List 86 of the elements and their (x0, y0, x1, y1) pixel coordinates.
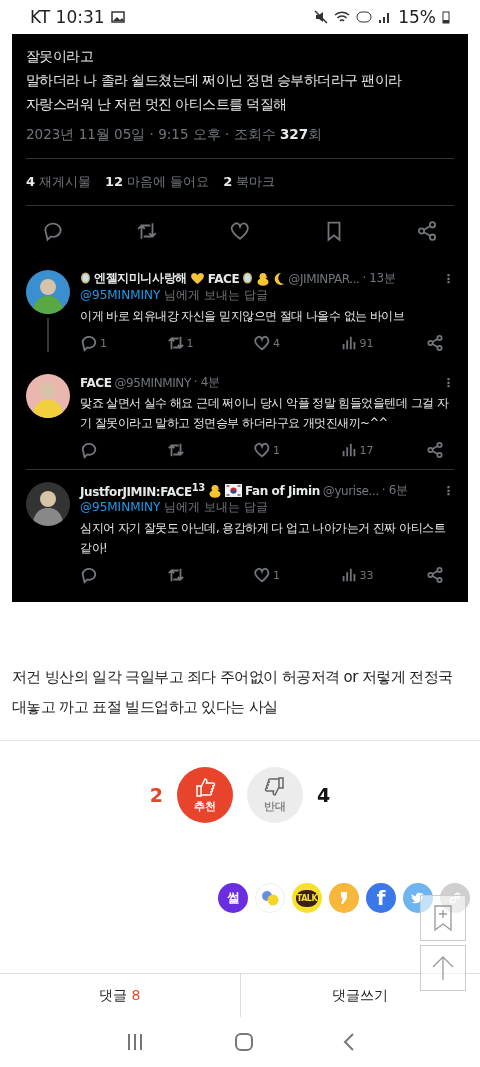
quote-icon (340, 891, 348, 905)
heart-icon (189, 272, 205, 285)
share-ssul-button[interactable]: 썰 (218, 883, 248, 913)
repost-icon[interactable] (166, 566, 185, 584)
reply-time: · 13분 (362, 270, 396, 287)
more-icon[interactable]: ⋮ (442, 271, 454, 286)
avatar[interactable] (26, 270, 70, 314)
repost-icon[interactable] (166, 441, 185, 459)
share-circles-button[interactable] (255, 883, 285, 913)
more-icon[interactable]: ⋮ (442, 483, 454, 498)
tweet-text-line: 잘못이라고 (26, 47, 94, 66)
action-count: 17 (359, 443, 374, 457)
user-name[interactable]: JustforJIMIN:FACE$^{13}$ (80, 482, 205, 499)
heart-icon[interactable] (253, 566, 271, 584)
home-icon[interactable] (234, 1032, 254, 1052)
flag-icon (224, 484, 242, 497)
share-icon[interactable] (416, 220, 438, 242)
battery-percent: 15% (398, 7, 436, 27)
user-name[interactable]: FACE (207, 271, 240, 286)
reply-text: 심지어 자기 잘못도 아닌데, 용감하게 다 업고 나아가는거 진짜 아티스트 같아! (80, 520, 447, 557)
wifi-icon (334, 10, 351, 24)
talk-label: TALK (295, 889, 319, 907)
avatar[interactable] (26, 482, 70, 526)
action-count: 91 (359, 336, 374, 350)
reply-icon[interactable] (80, 441, 98, 459)
share-facebook-button[interactable]: f (366, 883, 396, 913)
repost-icon[interactable] (166, 334, 185, 352)
recommend-button[interactable]: 추천 (177, 767, 233, 823)
user-name[interactable]: Fan of Jimin (244, 483, 320, 498)
action-count: 1 (273, 568, 280, 582)
reply-icon[interactable] (80, 566, 98, 584)
reply-icon[interactable] (42, 220, 64, 242)
tweet-meta: 2023년 11월 05일 · 9:15 오후 · 조회수 327회 (26, 126, 454, 159)
back-icon[interactable] (343, 1032, 356, 1052)
tweet-stat[interactable]: 2 북마크 (223, 173, 276, 191)
hd-icon (356, 11, 373, 23)
moon-icon (273, 271, 286, 286)
tweet-stat[interactable]: 4 재게시물 (26, 173, 92, 191)
share-icon[interactable] (426, 566, 444, 584)
reply-text: 맞죠 살면서 실수 해요 근데 쩌이니 당시 악플 정말 힘들었을텐데 그걸 자기 잘못이라고 말하고 정면승부 하더라구요 개멋진새끼~^^ (80, 395, 450, 432)
vote-count: 2 (149, 784, 163, 806)
reply-icon[interactable] (80, 334, 98, 352)
share-icon[interactable] (426, 441, 444, 459)
action-count: 1 (273, 443, 280, 457)
share-talk-button[interactable]: TALK (292, 883, 322, 913)
carrier-time: KT 10:31 (30, 7, 105, 27)
article-text: 저건 빙산의 일각 극일부고 죄다 주어없이 허공저격 or 저렇게 전정국 대놓고 까고 표절 빌드업하고 있다는 사실 (0, 602, 480, 741)
avatar[interactable] (26, 374, 70, 418)
tweet-text-line: 말하더라 나 졸라 쉴드쳤는데 쩌이닌 정면 승부하더라구 팬이라 (26, 71, 403, 90)
heart-icon[interactable] (253, 334, 271, 352)
reply-to-line: @95MINMINY 님에게 보내는 답글 (80, 499, 269, 516)
action-count: 1 (100, 336, 107, 350)
reply-text: 이게 바로 외유내강 자신을 믿지않으면 절대 나올수 없는 바이브 (80, 308, 406, 325)
action-count: 4 (273, 336, 280, 350)
vote-count: 4 (317, 784, 331, 806)
mirror-icon (242, 271, 254, 286)
action-count: 33 (359, 568, 374, 582)
repost-icon[interactable] (135, 220, 158, 242)
up-arrow-icon (432, 955, 454, 981)
bookmark-plus-icon (433, 905, 453, 931)
action-count: 1 (186, 336, 194, 350)
reply-time: · 6분 (381, 482, 408, 499)
user-name[interactable]: FACE (80, 375, 112, 390)
user-handle: @95MINMINY (114, 375, 191, 390)
image-icon (110, 11, 125, 23)
tweet-stat[interactable]: 12 마음에 들어요 (105, 173, 210, 191)
reply-to-line: @95MINMINY 님에게 보내는 답글 (80, 287, 269, 304)
chick-icon (207, 483, 222, 498)
battery-icon (442, 10, 450, 24)
tweet-text-line: 자랑스러워 난 저런 멋진 아티스트를 덕질해 (26, 95, 288, 114)
heart-icon[interactable] (253, 441, 271, 459)
share-icon[interactable] (426, 334, 444, 352)
user-handle: @JIMINPAR... (288, 271, 360, 286)
thumbs-down-icon (264, 776, 286, 798)
user-name[interactable]: 엔젤지미니사랑해 (94, 270, 187, 287)
mirror-icon (80, 271, 91, 286)
bird-icon (411, 892, 425, 904)
user-handle: @yurise... (322, 483, 379, 498)
chick-icon (256, 271, 271, 286)
mute-icon (314, 10, 329, 24)
more-icon[interactable]: ⋮ (442, 375, 454, 390)
reply-time: · 4분 (193, 374, 220, 391)
link-icon (448, 891, 462, 905)
circles-icon (260, 890, 280, 906)
heart-icon[interactable] (229, 220, 251, 242)
thumbs-up-icon (194, 776, 216, 798)
